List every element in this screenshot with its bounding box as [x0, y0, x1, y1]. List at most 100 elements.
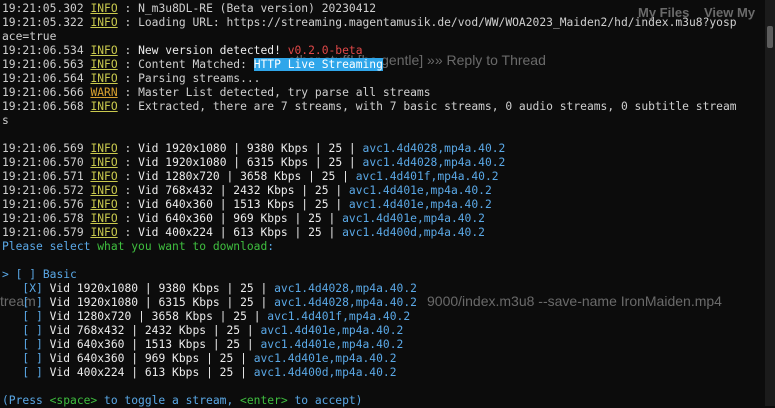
stream-codec: avc1.4d401e,mp4a.40.2 [348, 198, 492, 211]
stream-resolution: 640x360 [165, 212, 213, 225]
terminal-scrollbar[interactable] [765, 0, 775, 406]
log-line: 19:21:06.564 INFO : Parsing streams... [2, 72, 760, 86]
stream-log-line: 19:21:06.571 INFO : Vid 1280x720 | 3658 … [2, 170, 760, 184]
stream-option[interactable]: [ ] Vid 640x360 | 969 Kbps | 25 | avc1.4… [2, 352, 760, 366]
log-separator: : [117, 44, 139, 57]
log-level-badge: INFO [90, 16, 118, 29]
log-continuation: s [2, 114, 9, 127]
log-separator: : [117, 58, 139, 71]
vid-label: Vid [138, 198, 166, 211]
stream-resolution: 400x224 [165, 226, 213, 239]
vid-label: Vid [138, 142, 166, 155]
stream-option[interactable]: [ ] Vid 1280x720 | 3658 Kbps | 25 | avc1… [2, 310, 760, 324]
stream-option[interactable]: [ ] Vid 768x432 | 2432 Kbps | 25 | avc1.… [2, 324, 760, 338]
log-level-badge: INFO [90, 170, 118, 183]
stream-codec: avc1.4d401f,mp4a.40.2 [355, 170, 499, 183]
stream-resolution: 640x360 [76, 352, 125, 365]
prompt-text: Please select [2, 240, 98, 253]
stream-option[interactable]: [ ] Vid 1920x1080 | 6315 Kbps | 25 | avc… [2, 296, 760, 310]
log-separator: : [117, 170, 139, 183]
log-line: s [2, 114, 760, 128]
stream-codec: avc1.4d400d,mp4a.40.2 [253, 366, 397, 379]
vid-label: Vid [49, 366, 77, 379]
log-level-badge: INFO [90, 58, 118, 71]
vid-label: Vid [138, 184, 166, 197]
stream-codec: avc1.4d4028,mp4a.40.2 [274, 282, 417, 295]
stream-info: | 2432 Kbps | 25 | [212, 184, 349, 197]
stream-option[interactable]: [ ] Vid 400x224 | 613 Kbps | 25 | avc1.4… [2, 366, 760, 380]
vid-label: Vid [49, 282, 77, 295]
stream-resolution: 1920x1080 [165, 156, 227, 169]
log-timestamp: 19:21:06.566 [2, 86, 84, 99]
log-timestamp: 19:21:06.563 [2, 58, 84, 71]
stream-log-line: 19:21:06.578 INFO : Vid 640x360 | 969 Kb… [2, 212, 760, 226]
stream-codec: avc1.4d401e,mp4a.40.2 [260, 324, 404, 337]
log-message: Content Matched: [138, 58, 254, 71]
stream-resolution: 400x224 [76, 366, 125, 379]
log-line: 19:21:06.566 WARN : Master List detected… [2, 86, 760, 100]
log-level-badge: INFO [90, 198, 118, 211]
log-separator: : [117, 86, 139, 99]
stream-codec: avc1.4d400d,mp4a.40.2 [342, 226, 485, 239]
stream-log-line: 19:21:06.576 INFO : Vid 640x360 | 1513 K… [2, 198, 760, 212]
stream-checkbox: [ ] [22, 338, 43, 351]
log-message: Master List detected, try parse all stre… [138, 86, 431, 99]
stream-info: | 6315 Kbps | 25 | [226, 156, 363, 169]
log-timestamp: 19:21:06.568 [2, 100, 84, 113]
log-level-badge: INFO [90, 156, 118, 169]
log-message: Parsing streams... [138, 72, 261, 85]
stream-checkbox: [X] [22, 282, 43, 295]
stream-info: | 6315 Kbps | 25 | [138, 296, 275, 309]
stream-option[interactable]: [ ] Vid 640x360 | 1513 Kbps | 25 | avc1.… [2, 338, 760, 352]
log-line: 19:21:05.302 INFO : N_m3u8DL-RE (Beta ve… [2, 2, 760, 16]
stream-resolution: 1280x720 [165, 170, 220, 183]
log-line: ace=true [2, 30, 760, 44]
version-text: v0.2.0-beta [287, 44, 363, 57]
stream-codec: avc1.4d401e,mp4a.40.2 [342, 212, 485, 225]
stream-resolution: 768x432 [165, 184, 213, 197]
log-separator: : [117, 142, 139, 155]
log-timestamp: 19:21:05.322 [2, 16, 84, 29]
stream-codec: avc1.4d4028,mp4a.40.2 [274, 296, 417, 309]
stream-info: | 9380 Kbps | 25 | [226, 142, 363, 155]
stream-codec: avc1.4d401e,mp4a.40.2 [253, 352, 397, 365]
terminal-output[interactable]: 19:21:05.302 INFO : N_m3u8DL-RE (Beta ve… [2, 2, 760, 408]
help-segment: to accept) [287, 394, 363, 407]
log-separator: : [117, 212, 139, 225]
log-continuation: ace=true [2, 30, 57, 43]
log-separator: : [117, 100, 139, 113]
selection-group-basic[interactable]: > [ ] Basic [2, 268, 760, 282]
select-prompt: Please select what you want to download: [2, 240, 760, 254]
stream-codec: avc1.4d4028,mp4a.40.2 [362, 142, 506, 155]
stream-option[interactable]: [X] Vid 1920x1080 | 9380 Kbps | 25 | avc… [2, 282, 760, 296]
stream-info: | 969 Kbps | 25 | [212, 212, 343, 225]
log-level-badge: INFO [90, 72, 118, 85]
log-message: Extracted, there are 7 streams, with 7 b… [138, 100, 737, 113]
prompt-highlight: what you want to download [97, 240, 268, 253]
stream-log-line: 19:21:06.572 INFO : Vid 768x432 | 2432 K… [2, 184, 760, 198]
stream-checkbox: [ ] [22, 324, 43, 337]
log-level-badge: INFO [90, 226, 118, 239]
log-line: 19:21:06.563 INFO : Content Matched: HTT… [2, 58, 760, 72]
vid-label: Vid [138, 212, 166, 225]
scrollbar-thumb[interactable] [767, 26, 773, 48]
stream-info: | 2432 Kbps | 25 | [124, 324, 261, 337]
log-timestamp: 19:21:06.534 [2, 44, 84, 57]
vid-label: Vid [49, 352, 77, 365]
log-timestamp: 19:21:06.576 [2, 198, 84, 211]
stream-resolution: 1920x1080 [165, 142, 227, 155]
vid-label: Vid [138, 226, 166, 239]
log-timestamp: 19:21:06.564 [2, 72, 84, 85]
log-level-badge: WARN [90, 86, 118, 99]
stream-codec: avc1.4d401f,mp4a.40.2 [267, 310, 411, 323]
log-level-badge: INFO [90, 212, 118, 225]
stream-resolution: 768x432 [76, 324, 125, 337]
stream-info: | 3658 Kbps | 25 | [219, 170, 356, 183]
help-segment: to toggle a stream, [97, 394, 241, 407]
group-label: Basic [42, 268, 77, 281]
log-level-badge: INFO [90, 184, 118, 197]
vid-label: Vid [49, 338, 77, 351]
